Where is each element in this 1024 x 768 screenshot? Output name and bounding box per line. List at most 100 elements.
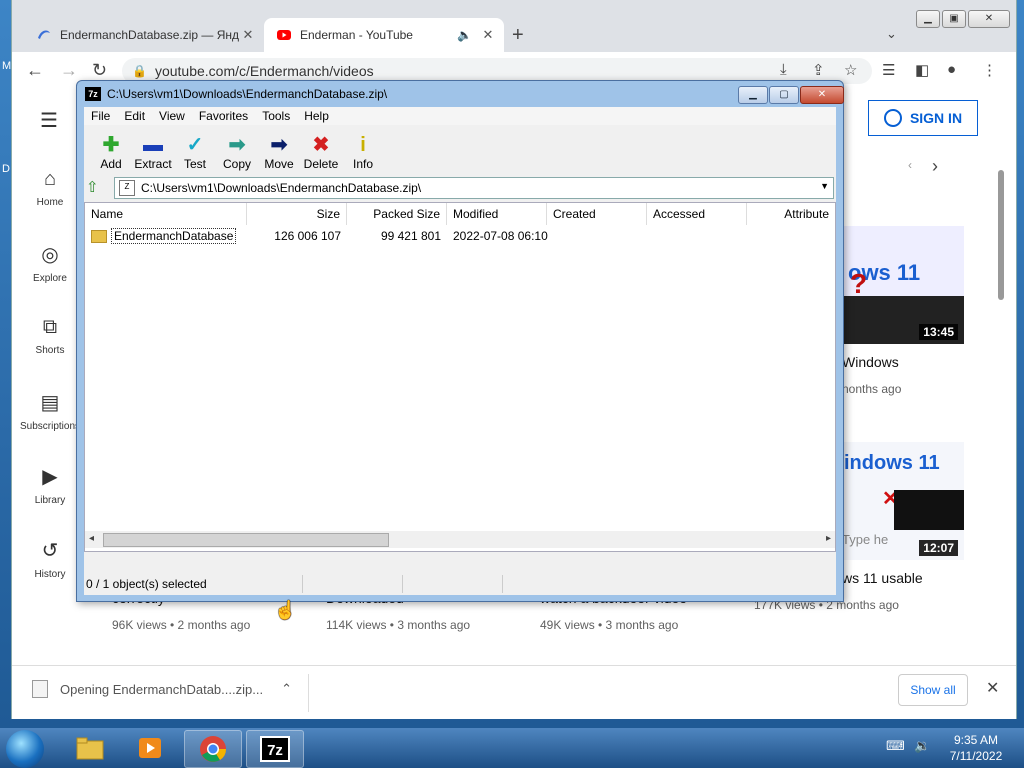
speaker-icon[interactable]: 🔈 bbox=[457, 28, 472, 42]
start-button[interactable] bbox=[6, 730, 44, 768]
copy-button[interactable]: ➡ Copy bbox=[216, 133, 258, 175]
show-all-button[interactable]: Show all bbox=[898, 674, 968, 706]
scroll-left-icon[interactable]: ◂ bbox=[89, 533, 94, 544]
menu-view[interactable]: View bbox=[152, 109, 192, 123]
close-icon[interactable]: ✕ bbox=[986, 678, 999, 698]
tab-title: EndermanchDatabase.zip — Янд bbox=[60, 28, 240, 42]
hamburger-menu-icon[interactable]: ☰ bbox=[40, 108, 58, 133]
download-item[interactable]: Opening EndermanchDatab....zip... ⌃ bbox=[32, 680, 292, 698]
chevron-up-icon[interactable]: ⌃ bbox=[281, 681, 292, 697]
window-title-text: C:\Users\vm1\Downloads\EndermanchDatabas… bbox=[107, 87, 388, 101]
test-button[interactable]: ✓ Test bbox=[174, 133, 216, 175]
column-header-modified[interactable]: Modified bbox=[447, 203, 547, 225]
chrome-icon bbox=[200, 736, 227, 762]
reading-list-icon[interactable]: ☰ bbox=[882, 61, 895, 79]
account-icon bbox=[883, 109, 902, 127]
path-input[interactable]: Z C:\Users\vm1\Downloads\EndermanchDatab… bbox=[114, 177, 834, 199]
tab-search-chevron-icon[interactable]: ⌄ bbox=[886, 26, 897, 42]
lock-icon: 🔒 bbox=[132, 64, 147, 78]
back-icon[interactable]: ← bbox=[26, 60, 44, 81]
maximize-button[interactable]: ▢ bbox=[769, 86, 799, 104]
video-thumbnail[interactable]: ows 11 ? 13:45 bbox=[842, 226, 964, 344]
youtube-icon bbox=[277, 30, 291, 40]
video-title[interactable]: Windows bbox=[842, 354, 899, 370]
extract-button[interactable]: ▬ Extract bbox=[132, 133, 174, 175]
column-header-packed-size[interactable]: Packed Size bbox=[347, 203, 447, 225]
folder-icon bbox=[91, 230, 107, 244]
clock[interactable]: 9:35 AM 7/11/2022 bbox=[938, 732, 1014, 764]
tab-close-icon[interactable]: ✕ bbox=[240, 27, 256, 43]
tab-title: Enderman - YouTube bbox=[300, 28, 413, 42]
table-row[interactable]: EndermanchDatabase 126 006 107 99 421 80… bbox=[85, 227, 837, 245]
menu-file[interactable]: File bbox=[84, 109, 117, 123]
profile-icon[interactable]: ● bbox=[947, 61, 956, 78]
close-button[interactable]: ✕ bbox=[800, 86, 844, 104]
toolbar-label: Test bbox=[183, 157, 206, 171]
menu-tools[interactable]: Tools bbox=[255, 109, 297, 123]
chevron-right-icon[interactable]: › bbox=[932, 156, 938, 177]
copy-icon: ➡ bbox=[228, 134, 246, 156]
new-tab-button[interactable]: + bbox=[512, 24, 524, 47]
volume-icon[interactable]: 🔉 bbox=[914, 738, 930, 754]
7zip-client: File Edit View Favorites Tools Help ✚ Ad… bbox=[84, 107, 836, 595]
folder-icon bbox=[76, 737, 104, 760]
column-header-accessed[interactable]: Accessed bbox=[647, 203, 747, 225]
taskbar-chrome[interactable] bbox=[184, 730, 242, 768]
taskbar-media-player[interactable] bbox=[122, 730, 178, 766]
tab-youtube[interactable]: Enderman - YouTube 🔈 ✕ bbox=[264, 18, 504, 52]
video-meta: 96K views • 2 months ago bbox=[112, 618, 251, 632]
sidebar-item-label: Subscriptions bbox=[19, 421, 81, 432]
dropdown-arrow-icon[interactable]: ▼ bbox=[820, 181, 829, 191]
menu-bar: File Edit View Favorites Tools Help bbox=[84, 107, 836, 125]
delete-button[interactable]: ✖ Delete bbox=[300, 133, 342, 175]
side-panel-icon[interactable]: ◧ bbox=[915, 61, 929, 79]
divider bbox=[302, 575, 303, 593]
menu-icon[interactable]: ⋮ bbox=[982, 61, 997, 79]
menu-edit[interactable]: Edit bbox=[117, 109, 152, 123]
tab-yandex-zip[interactable]: EndermanchDatabase.zip — Янд ✕ bbox=[24, 18, 264, 52]
tab-close-icon[interactable]: ✕ bbox=[480, 27, 496, 43]
menu-favorites[interactable]: Favorites bbox=[192, 109, 255, 123]
address-text: youtube.com/c/Endermanch/videos bbox=[154, 63, 374, 79]
bookmark-star-icon[interactable]: ☆ bbox=[844, 61, 857, 79]
reload-icon[interactable]: ↻ bbox=[92, 60, 107, 81]
folder-up-icon[interactable]: ⇧ bbox=[86, 178, 106, 196]
forward-icon[interactable]: → bbox=[60, 60, 78, 81]
video-title[interactable]: ws 11 usable bbox=[842, 570, 923, 586]
taskbar-7zip[interactable]: 7z bbox=[246, 730, 304, 768]
add-button[interactable]: ✚ Add bbox=[90, 133, 132, 175]
column-header-attributes[interactable]: Attribute bbox=[747, 203, 835, 225]
info-button[interactable]: i Info bbox=[342, 133, 384, 175]
minimize-button[interactable]: ▁ bbox=[916, 10, 940, 28]
extract-icon: ▬ bbox=[143, 134, 163, 156]
column-header-size[interactable]: Size bbox=[247, 203, 347, 225]
scrollbar-thumb[interactable] bbox=[103, 533, 389, 547]
toolbar-label: Extract bbox=[134, 157, 172, 171]
share-icon[interactable]: ⇪ bbox=[812, 61, 825, 79]
move-button[interactable]: ➡ Move bbox=[258, 133, 300, 175]
desktop-edge-text: D bbox=[2, 163, 10, 175]
taskbar-explorer[interactable] bbox=[62, 730, 118, 766]
column-header-created[interactable]: Created bbox=[547, 203, 647, 225]
toolbar-label: Delete bbox=[303, 157, 339, 171]
page-scrollbar[interactable] bbox=[998, 170, 1004, 300]
scroll-right-icon[interactable]: ▸ bbox=[826, 533, 831, 544]
name-cell: EndermanchDatabase bbox=[91, 227, 237, 245]
maximize-button[interactable]: ▣ bbox=[942, 10, 966, 28]
install-icon[interactable]: ⤓ bbox=[780, 61, 787, 78]
chevron-left-icon[interactable]: ‹ bbox=[908, 158, 912, 172]
column-header-name[interactable]: Name bbox=[85, 203, 247, 225]
sign-in-button[interactable]: SIGN IN bbox=[868, 100, 978, 136]
divider bbox=[502, 575, 503, 593]
horizontal-scrollbar[interactable]: ◂ ▸ bbox=[85, 531, 835, 548]
desktop-edge-text: M bbox=[2, 60, 12, 72]
minimize-button[interactable]: ▁ bbox=[738, 86, 768, 104]
divider bbox=[402, 575, 403, 593]
menu-help[interactable]: Help bbox=[297, 109, 336, 123]
network-icon[interactable]: ⌨ bbox=[886, 738, 905, 754]
close-button[interactable]: ✕ bbox=[968, 10, 1010, 28]
clock-date: 7/11/2022 bbox=[949, 749, 1003, 763]
video-thumbnail[interactable]: indows 11 ✕ Type he 12:07 bbox=[842, 442, 964, 560]
video-meta: 49K views • 3 months ago bbox=[540, 618, 679, 632]
toolbar-label: Info bbox=[352, 157, 373, 171]
